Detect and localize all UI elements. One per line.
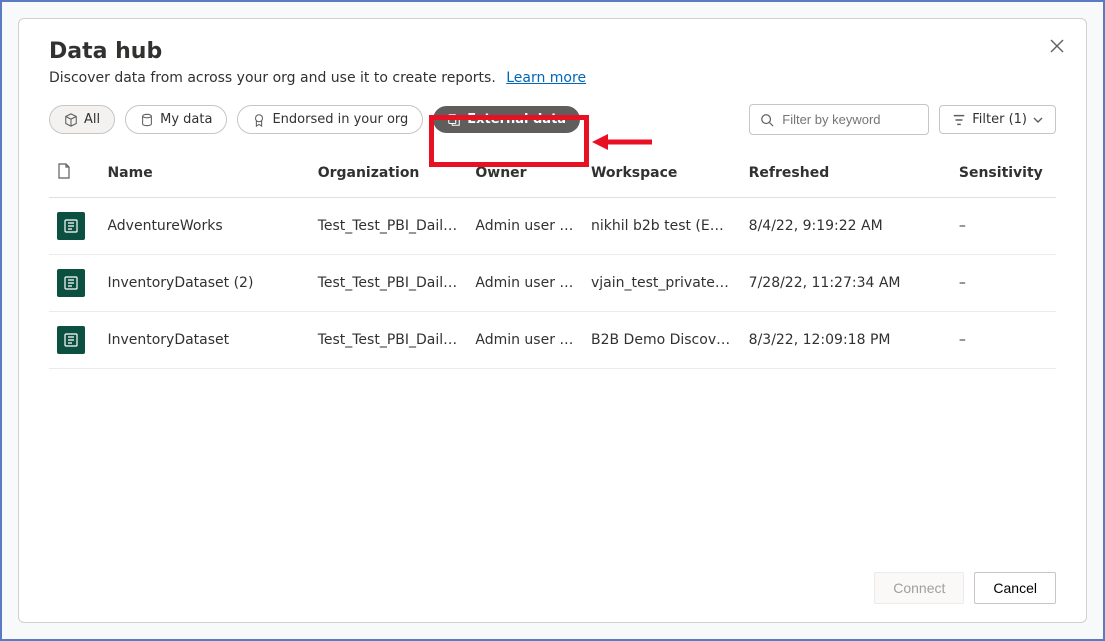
col-workspace[interactable]: Workspace (583, 153, 741, 198)
search-input[interactable] (780, 111, 918, 128)
table-row[interactable]: AdventureWorksTest_Test_PBI_Daily_...Adm… (49, 198, 1056, 255)
col-refreshed[interactable]: Refreshed (741, 153, 951, 198)
cell-organization: Test_Test_PBI_Daily_... (310, 312, 468, 369)
cell-owner: Admin user (... (467, 255, 583, 312)
col-organization[interactable]: Organization (310, 153, 468, 198)
cell-workspace: nikhil b2b test (EXT... (583, 198, 741, 255)
file-icon (57, 163, 71, 179)
subtitle-text: Discover data from across your org and u… (49, 70, 496, 86)
chevron-down-icon (1033, 115, 1043, 125)
cube-icon (64, 113, 78, 127)
keyword-search[interactable] (749, 104, 929, 135)
dataset-icon (57, 212, 85, 240)
filter-toolbar: All My data Endorsed in your org Externa… (49, 104, 1056, 135)
col-name[interactable]: Name (99, 153, 309, 198)
cell-organization: Test_Test_PBI_Daily_... (310, 198, 468, 255)
col-sensitivity[interactable]: Sensitivity (951, 153, 1056, 198)
tab-all-label: All (84, 112, 100, 127)
cell-organization: Test_Test_PBI_Daily_... (310, 255, 468, 312)
cell-name: InventoryDataset (2) (99, 255, 309, 312)
search-icon (760, 113, 774, 127)
annotation-arrow (592, 130, 652, 154)
database-icon (140, 113, 154, 127)
ribbon-icon (252, 113, 266, 127)
cell-owner: Admin user (... (467, 312, 583, 369)
dataset-icon (57, 269, 85, 297)
filter-label: Filter (1) (972, 112, 1027, 127)
tab-all[interactable]: All (49, 105, 115, 134)
tab-external-label: External data (467, 112, 566, 127)
learn-more-link[interactable]: Learn more (506, 70, 586, 86)
dialog-footer: Connect Cancel (49, 560, 1056, 604)
table-row[interactable]: InventoryDatasetTest_Test_PBI_Daily_...A… (49, 312, 1056, 369)
cell-sensitivity: – (951, 312, 1056, 369)
filter-icon (952, 113, 966, 127)
cell-refreshed: 7/28/22, 11:27:34 AM (741, 255, 951, 312)
cell-refreshed: 8/3/22, 12:09:18 PM (741, 312, 951, 369)
cell-owner: Admin user (... (467, 198, 583, 255)
datasets-table: Name Organization Owner Workspace Refres… (49, 153, 1056, 369)
tab-external-data[interactable]: External data (433, 106, 580, 133)
cell-refreshed: 8/4/22, 9:19:22 AM (741, 198, 951, 255)
cancel-button[interactable]: Cancel (974, 572, 1056, 604)
external-icon (447, 113, 461, 127)
page-subtitle: Discover data from across your org and u… (49, 70, 1056, 86)
cell-workspace: vjain_test_privateli... (583, 255, 741, 312)
col-owner[interactable]: Owner (467, 153, 583, 198)
cell-name: AdventureWorks (99, 198, 309, 255)
close-button[interactable] (1050, 37, 1064, 58)
table-row[interactable]: InventoryDataset (2)Test_Test_PBI_Daily_… (49, 255, 1056, 312)
filter-button[interactable]: Filter (1) (939, 105, 1056, 134)
dataset-icon (57, 326, 85, 354)
page-title: Data hub (49, 39, 1056, 64)
cell-sensitivity: – (951, 255, 1056, 312)
cell-workspace: B2B Demo Discover... (583, 312, 741, 369)
connect-button[interactable]: Connect (874, 572, 964, 604)
tab-endorsed-label: Endorsed in your org (272, 112, 408, 127)
tab-my-data[interactable]: My data (125, 105, 227, 134)
cell-sensitivity: – (951, 198, 1056, 255)
tab-endorsed[interactable]: Endorsed in your org (237, 105, 423, 134)
cell-name: InventoryDataset (99, 312, 309, 369)
tab-my-data-label: My data (160, 112, 212, 127)
data-hub-dialog: Data hub Discover data from across your … (18, 18, 1087, 623)
